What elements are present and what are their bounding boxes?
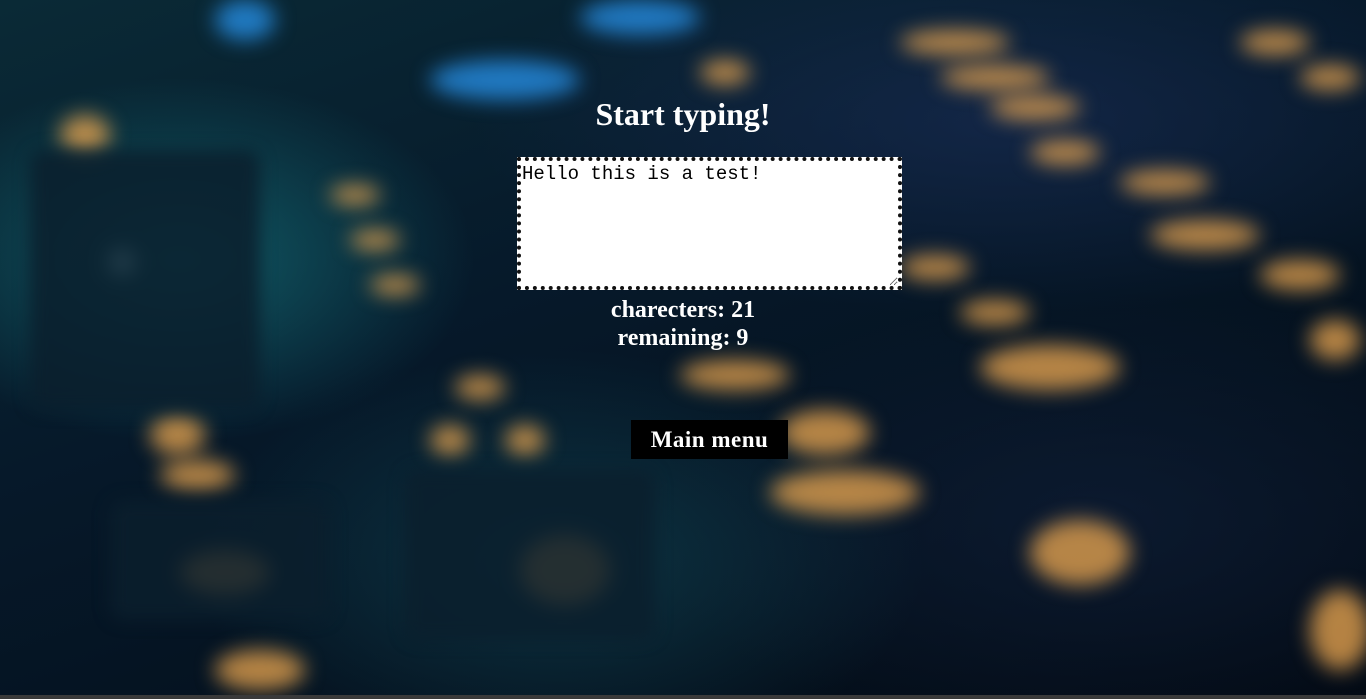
- page-title: Start typing!: [595, 96, 771, 132]
- remaining-count: remaining: 9: [617, 325, 749, 351]
- character-count: charecters: 21: [610, 297, 756, 323]
- bottom-border-strip: [0, 695, 1366, 699]
- main-menu-button[interactable]: Main menu: [631, 420, 788, 459]
- typing-area-container: Hello this is a test!: [517, 157, 902, 290]
- typing-textarea[interactable]: Hello this is a test!: [517, 157, 902, 290]
- typing-stats: charecters: 21 remaining: 9: [0, 296, 1366, 352]
